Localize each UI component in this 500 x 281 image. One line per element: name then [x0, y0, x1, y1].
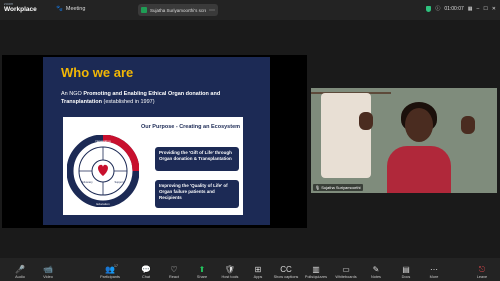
- notes-label: Notes: [371, 275, 381, 279]
- leave-icon: ⎋: [478, 265, 486, 274]
- notes-button[interactable]: ✎ Notes: [362, 265, 390, 279]
- captions-button[interactable]: CC Show captions: [272, 265, 300, 279]
- whiteboards-label: Whiteboards: [335, 275, 357, 279]
- react-label: React: [169, 275, 179, 279]
- brand-large: Workplace: [4, 5, 37, 13]
- participants-icon: 👥: [105, 265, 115, 274]
- share-status-icon: [141, 7, 147, 13]
- host-tools-button[interactable]: 🛡 Host tools: [216, 265, 244, 279]
- share-label-btn: Share: [196, 275, 208, 279]
- host-tools-label: Host tools: [221, 275, 239, 279]
- participant-name: Sujatha Suriyamoorthi: [321, 185, 361, 190]
- polls-icon: ▥: [312, 265, 320, 274]
- slide-title: Who we are: [61, 65, 134, 80]
- wheel-label-bottom: Education: [96, 202, 110, 206]
- chat-icon: 💬: [141, 265, 151, 274]
- react-button[interactable]: ♡ React: [160, 265, 188, 279]
- panel-title: Our Purpose - Creating an Ecosystem: [141, 124, 241, 130]
- view-options-icon[interactable]: ⋯: [209, 7, 215, 14]
- info-icon[interactable]: ⓘ: [435, 5, 440, 12]
- slide-subtitle: An NGO Promoting and Enabling Ethical Or…: [61, 90, 261, 106]
- curtain: [321, 93, 371, 178]
- apps-label: Apps: [253, 275, 263, 279]
- presentation-slide: Who we are An NGO Promoting and Enabling…: [43, 57, 270, 225]
- docs-icon: ▤: [402, 265, 410, 274]
- chat-button[interactable]: 💬 Chat: [132, 265, 160, 279]
- top-right-controls: ⓘ 01:00:07 ▦ – ☐ ✕: [426, 5, 496, 12]
- whiteboard-icon: ▭: [342, 265, 350, 274]
- wheel-label-left: Advocacy: [81, 180, 93, 184]
- polls-button[interactable]: ▥ Polls/quizzes: [302, 265, 330, 279]
- purpose-box-quality-of-life: Improving the 'Quality of Life' of Organ…: [155, 180, 239, 208]
- share-label: Sujatha Suriyamoorthi's screen: [150, 7, 206, 13]
- participant-face: [405, 108, 433, 142]
- video-label: Video: [43, 275, 53, 279]
- participant-body: [387, 146, 451, 193]
- ecosystem-wheel-diagram: Networking Education Advocacy Support: [67, 135, 139, 207]
- participant-video-tile[interactable]: 🎙 Sujatha Suriyamoorthi: [311, 88, 497, 193]
- meeting-tab[interactable]: 🐾 Meeting: [56, 6, 85, 12]
- react-icon: ♡: [170, 265, 178, 274]
- video-button[interactable]: 📹 Video: [34, 265, 62, 279]
- participant-name-label: 🎙 Sujatha Suriyamoorthi: [313, 184, 363, 191]
- audio-label: Audio: [15, 275, 25, 279]
- shield-icon: 🛡: [224, 265, 236, 274]
- more-button[interactable]: ⋯ More: [420, 265, 448, 279]
- polls-label: Polls/quizzes: [304, 275, 328, 279]
- more-label: More: [429, 275, 439, 279]
- captions-label: Show captions: [273, 275, 299, 279]
- participants-label: Participants: [100, 275, 120, 279]
- notes-icon: ✎: [372, 265, 380, 274]
- left-hand: [359, 112, 373, 130]
- audio-button[interactable]: 🎤 Audio: [6, 265, 34, 279]
- title-bar: zoom Workplace 🐾 Meeting Sujatha Suriyam…: [0, 0, 500, 20]
- ecosystem-panel: Our Purpose - Creating an Ecosystem Netw…: [63, 117, 243, 215]
- wheel-label-right: Support: [114, 180, 123, 184]
- meeting-icon: 🐾: [56, 6, 63, 12]
- wheel-label-top: Networking: [95, 139, 110, 143]
- chat-label: Chat: [141, 275, 151, 279]
- leave-label: Leave: [476, 275, 488, 279]
- participants-count: 17: [114, 264, 118, 268]
- whiteboards-button[interactable]: ▭ Whiteboards: [332, 265, 360, 279]
- subtitle-suffix: (established in 1997): [101, 99, 155, 105]
- view-icon[interactable]: ▦: [468, 6, 473, 12]
- meeting-timer: 01:00:07: [444, 5, 464, 12]
- right-hand: [461, 116, 475, 134]
- mic-icon: 🎙: [315, 185, 321, 190]
- close-icon[interactable]: ✕: [492, 6, 496, 12]
- meeting-label: Meeting: [65, 6, 86, 12]
- more-icon: ⋯: [430, 265, 438, 274]
- share-button[interactable]: ⬆ Share: [188, 265, 216, 279]
- maximize-icon[interactable]: ☐: [483, 6, 487, 12]
- leave-button[interactable]: ⎋ Leave: [468, 265, 496, 279]
- docs-button[interactable]: ▤ Docs: [392, 265, 420, 279]
- docs-label: Docs: [401, 275, 411, 279]
- zoom-workplace-logo: zoom Workplace: [4, 2, 37, 13]
- screen-share-indicator[interactable]: Sujatha Suriyamoorthi's screen ⋯: [138, 4, 218, 16]
- mic-muted-icon: 🎤: [15, 265, 25, 274]
- captions-icon: CC: [280, 265, 292, 274]
- minimize-icon[interactable]: –: [477, 6, 480, 12]
- subtitle-prefix: An NGO: [61, 91, 84, 97]
- apps-button[interactable]: ⊞ Apps: [244, 265, 272, 279]
- encryption-shield-icon[interactable]: [426, 5, 432, 12]
- meeting-toolbar: 🎤 Audio 📹 Video 👥 17 Participants 💬 Chat…: [0, 258, 500, 281]
- video-off-icon: 📹: [43, 265, 53, 274]
- share-icon: ⬆: [198, 265, 206, 274]
- purpose-box-gift-of-life: Providing the 'Gift of Life' through Org…: [155, 147, 239, 171]
- participants-button[interactable]: 👥 17 Participants: [96, 264, 124, 279]
- apps-icon: ⊞: [254, 265, 262, 274]
